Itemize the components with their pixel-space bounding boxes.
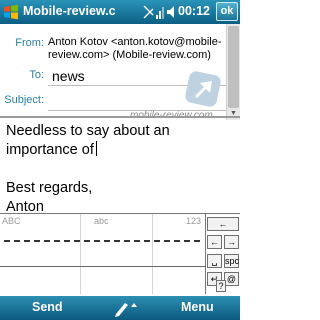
zone-label-numbers: 123 <box>186 216 202 226</box>
send-softkey[interactable]: Send <box>32 300 63 314</box>
subject-label: Subject: <box>4 94 44 106</box>
zone-label-lowercase: abc <box>94 216 109 226</box>
to-value: news <box>52 68 85 84</box>
windows-start-icon[interactable] <box>3 4 19 20</box>
question-key[interactable]: ? <box>216 280 226 292</box>
writing-base-line <box>0 266 206 267</box>
writing-area[interactable]: ABC abc 123 <box>0 214 206 294</box>
symbol-key[interactable]: @ <box>224 272 239 286</box>
window-title: Mobile-review.c <box>23 4 116 18</box>
header-scrollbar[interactable]: ▼ <box>226 24 240 120</box>
zone-separator <box>152 214 153 294</box>
softkey-bar: Send Menu <box>0 296 240 320</box>
to-label[interactable]: To: <box>0 69 44 81</box>
input-method-pen-icon[interactable] <box>110 299 138 317</box>
clock[interactable]: 00:12 <box>178 4 210 18</box>
right-arrow-key[interactable]: → <box>224 235 239 249</box>
watermark-logo-icon <box>185 71 221 107</box>
signal-icon <box>156 7 164 19</box>
title-bar: Mobile-review.c 00:12 ok <box>0 0 240 24</box>
connectivity-icon <box>143 5 154 19</box>
handwriting-input-panel: ABC abc 123 ← ← → ␣ spc ↵ @ ? <box>0 213 240 294</box>
speaker-icon <box>167 6 174 18</box>
spc-key[interactable]: spc <box>224 254 239 268</box>
text-cursor <box>95 141 97 156</box>
header-body-divider <box>0 116 240 118</box>
backspace-key[interactable]: ← <box>207 217 239 231</box>
scrollbar-thumb[interactable] <box>228 26 239 108</box>
body-text: Needless to say about an importance of B… <box>6 123 170 215</box>
zone-label-uppercase: ABC <box>2 216 21 226</box>
writing-guide-line <box>4 240 200 242</box>
zone-separator <box>80 214 81 294</box>
from-field[interactable]: Anton Kotov <anton.kotov@mobile-review.c… <box>48 36 224 62</box>
space-key[interactable]: ␣ <box>207 254 222 268</box>
from-label: From: <box>15 37 44 49</box>
message-body[interactable]: Needless to say about an importance of B… <box>6 122 234 217</box>
left-arrow-key[interactable]: ← <box>207 235 222 249</box>
ok-button[interactable]: ok <box>216 2 238 21</box>
menu-softkey[interactable]: Menu <box>181 300 214 314</box>
